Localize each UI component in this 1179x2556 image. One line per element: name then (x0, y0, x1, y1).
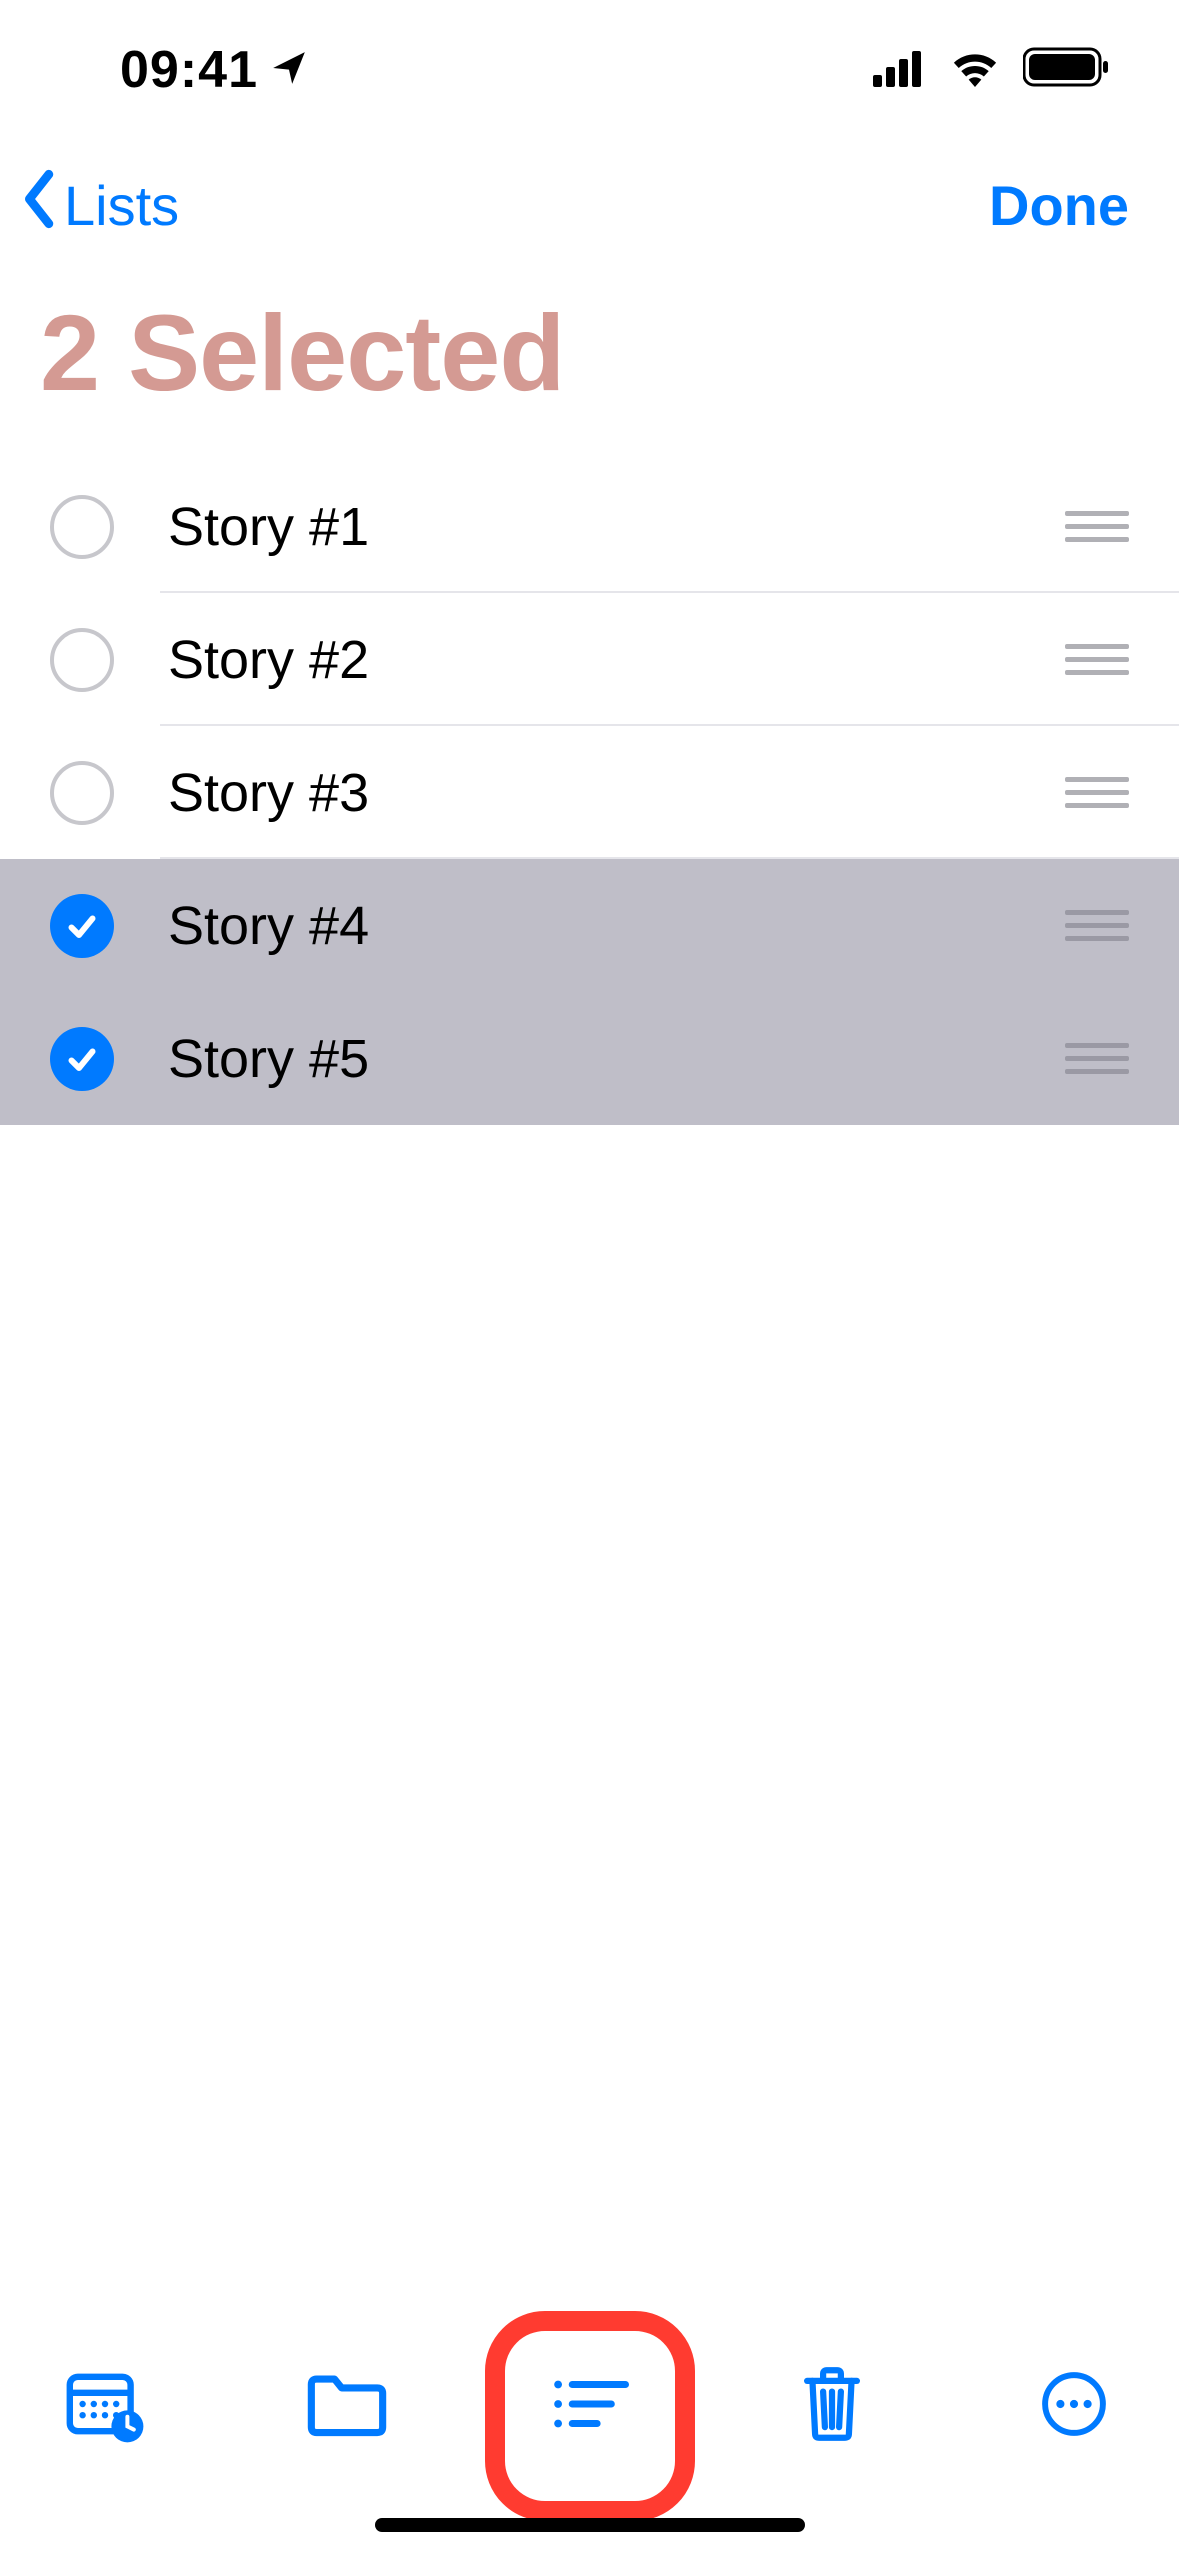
status-time-group: 09:41 (120, 40, 308, 100)
radio-empty-icon[interactable] (50, 628, 114, 692)
drag-handle-icon[interactable] (1065, 644, 1129, 675)
status-time: 09:41 (120, 40, 258, 100)
drag-handle-icon[interactable] (1065, 1043, 1129, 1074)
trash-icon (800, 2364, 864, 2449)
list-item[interactable]: Story #1 (0, 460, 1179, 593)
calendar-button[interactable] (60, 2361, 150, 2451)
back-button[interactable]: Lists (20, 169, 179, 242)
bottom-toolbar (0, 2346, 1179, 2466)
drag-handle-icon[interactable] (1065, 777, 1129, 808)
back-label: Lists (64, 173, 179, 238)
drag-handle-icon[interactable] (1065, 511, 1129, 542)
delete-button[interactable] (787, 2361, 877, 2451)
move-to-folder-button[interactable] (302, 2361, 392, 2451)
list-item[interactable]: Story #5 (0, 992, 1179, 1125)
list-item-label: Story #3 (168, 762, 1065, 824)
list-icon (551, 2374, 629, 2439)
list-options-button[interactable] (545, 2361, 635, 2451)
calendar-clock-icon (65, 2364, 145, 2449)
list-item-label: Story #2 (168, 629, 1065, 691)
list-item[interactable]: Story #3 (0, 726, 1179, 859)
list-item-label: Story #1 (168, 496, 1065, 558)
list-item-label: Story #5 (168, 1028, 1065, 1090)
chevron-left-icon (20, 169, 60, 242)
checkmark-circle-icon[interactable] (50, 894, 114, 958)
drag-handle-icon[interactable] (1065, 910, 1129, 941)
more-button[interactable] (1029, 2361, 1119, 2451)
page-title: 2 Selected (40, 290, 564, 415)
cellular-icon (873, 40, 927, 100)
battery-icon (1023, 40, 1109, 100)
list-item-label: Story #4 (168, 895, 1065, 957)
reminder-list: Story #1 Story #2 Story #3 Story #4 Story #5 (0, 460, 1179, 1125)
ellipsis-circle-icon (1040, 2370, 1108, 2443)
radio-empty-icon[interactable] (50, 495, 114, 559)
radio-empty-icon[interactable] (50, 761, 114, 825)
wifi-icon (949, 40, 1001, 100)
nav-bar: Lists Done (0, 140, 1179, 270)
location-icon (270, 40, 308, 100)
list-item[interactable]: Story #4 (0, 859, 1179, 992)
done-button[interactable]: Done (989, 173, 1129, 238)
home-indicator[interactable] (375, 2518, 805, 2532)
folder-icon (306, 2371, 388, 2442)
checkmark-circle-icon[interactable] (50, 1027, 114, 1091)
status-indicators (873, 40, 1109, 100)
list-item[interactable]: Story #2 (0, 593, 1179, 726)
status-bar: 09:41 (0, 0, 1179, 140)
